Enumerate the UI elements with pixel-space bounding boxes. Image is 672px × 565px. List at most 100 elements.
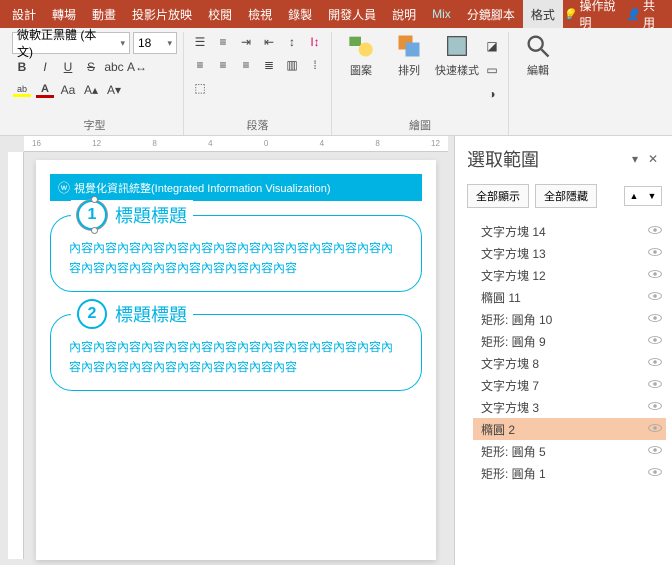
- eye-icon[interactable]: [648, 422, 662, 436]
- tab-animations[interactable]: 動畫: [84, 0, 124, 28]
- block-content-2[interactable]: 內容內容內容內容內容內容內容內容內容內容內容內容內容內容內容內容內容內容內容內容…: [69, 337, 403, 378]
- selection-item[interactable]: 文字方塊 7: [473, 374, 666, 396]
- eye-icon[interactable]: [648, 400, 662, 414]
- draw-group-label: 繪圖: [338, 115, 502, 135]
- selection-item[interactable]: 文字方塊 13: [473, 242, 666, 264]
- move-down-button[interactable]: ▼: [643, 187, 661, 205]
- tell-me[interactable]: 操作說明: [563, 0, 617, 31]
- italic-button[interactable]: I: [35, 57, 55, 77]
- eye-icon[interactable]: [648, 268, 662, 282]
- indent-inc-button[interactable]: ⇥: [236, 32, 256, 52]
- show-all-button[interactable]: 全部顯示: [467, 184, 529, 208]
- eye-icon[interactable]: [648, 290, 662, 304]
- edit-button[interactable]: 編輯: [515, 32, 561, 78]
- align-right-button[interactable]: ≡: [236, 55, 256, 75]
- tab-transitions[interactable]: 轉場: [44, 0, 84, 28]
- case-button[interactable]: Aa: [58, 80, 78, 100]
- paragraph-group-label: 段落: [190, 115, 325, 135]
- shrink-font-button[interactable]: A▾: [104, 80, 124, 100]
- selection-item[interactable]: 文字方塊 8: [473, 352, 666, 374]
- shapes-icon: [347, 32, 375, 60]
- find-icon: [524, 32, 552, 60]
- shape-fill-button[interactable]: ◪: [482, 36, 502, 56]
- font-size-combo[interactable]: 18: [133, 32, 177, 54]
- bold-button[interactable]: B: [12, 57, 32, 77]
- eye-icon[interactable]: [648, 224, 662, 238]
- ruler-horizontal: 16128404812: [24, 136, 448, 152]
- spacing-button[interactable]: A↔: [127, 57, 147, 77]
- line-spacing-button[interactable]: ↕: [282, 32, 302, 52]
- tab-mix[interactable]: Mix: [424, 0, 459, 28]
- selection-item[interactable]: 矩形: 圓角 1: [473, 462, 666, 484]
- tab-view[interactable]: 檢視: [240, 0, 280, 28]
- selection-item[interactable]: 橢圓 2: [473, 418, 666, 440]
- selection-item[interactable]: 文字方塊 12: [473, 264, 666, 286]
- tab-record[interactable]: 錄製: [280, 0, 320, 28]
- quickstyle-button[interactable]: 快速樣式: [434, 32, 480, 78]
- eye-icon[interactable]: [648, 444, 662, 458]
- numbering-button[interactable]: ≡: [213, 32, 233, 52]
- block-title-1[interactable]: 標題標題: [115, 202, 187, 228]
- block-number-1[interactable]: 1: [77, 200, 107, 230]
- tab-developer[interactable]: 開發人員: [320, 0, 384, 28]
- shadow-button[interactable]: abc: [104, 57, 124, 77]
- align-center-button[interactable]: ≡: [213, 55, 233, 75]
- block-content-1[interactable]: 內容內容內容內容內容內容內容內容內容內容內容內容內容內容內容內容內容內容內容內容…: [69, 238, 403, 279]
- selection-item-label: 文字方塊 3: [481, 399, 539, 416]
- bullets-button[interactable]: ☰: [190, 32, 210, 52]
- block-1[interactable]: 1 標題標題 內容內容內容內容內容內容內容內容內容內容內容內容內容內容內容內容內…: [50, 215, 422, 292]
- text-dir-button[interactable]: I↕: [305, 32, 325, 52]
- block-title-2[interactable]: 標題標題: [115, 301, 187, 327]
- shape-outline-button[interactable]: ▭: [482, 60, 502, 80]
- selection-item-label: 文字方塊 13: [481, 245, 546, 262]
- share-button[interactable]: 共用: [626, 0, 660, 31]
- grow-font-button[interactable]: A▴: [81, 80, 101, 100]
- move-up-button[interactable]: ▲: [625, 187, 643, 205]
- selection-item-label: 文字方塊 12: [481, 267, 546, 284]
- slide-canvas[interactable]: 16128404812 視覺化資訊統整(Integrated Informati…: [0, 136, 454, 565]
- slide-title[interactable]: 視覺化資訊統整(Integrated Information Visualiza…: [50, 174, 422, 201]
- eye-icon[interactable]: [648, 312, 662, 326]
- selection-item[interactable]: 矩形: 圓角 9: [473, 330, 666, 352]
- tab-format[interactable]: 格式: [523, 0, 563, 28]
- highlight-button[interactable]: ab: [12, 80, 32, 100]
- underline-button[interactable]: U: [58, 57, 78, 77]
- eye-icon[interactable]: [648, 356, 662, 370]
- selection-item[interactable]: 文字方塊 3: [473, 396, 666, 418]
- tab-bar: 設計 轉場 動畫 投影片放映 校閱 檢視 錄製 開發人員 說明 Mix 分鏡腳本…: [0, 0, 672, 28]
- shape-effects-button[interactable]: ◑: [482, 84, 502, 104]
- tab-review[interactable]: 校閱: [200, 0, 240, 28]
- smartart-button[interactable]: ⬚: [190, 78, 210, 98]
- block-2[interactable]: 2 標題標題 內容內容內容內容內容內容內容內容內容內容內容內容內容內容內容內容內…: [50, 314, 422, 391]
- arrange-button[interactable]: 排列: [386, 32, 432, 78]
- indent-dec-button[interactable]: ⇤: [259, 32, 279, 52]
- tab-slideshow[interactable]: 投影片放映: [124, 0, 200, 28]
- selection-item-label: 矩形: 圓角 1: [481, 465, 546, 482]
- selection-item-label: 橢圓 2: [481, 421, 515, 438]
- block-number-2[interactable]: 2: [77, 299, 107, 329]
- font-color-button[interactable]: A: [35, 80, 55, 100]
- selection-item[interactable]: 橢圓 11: [473, 286, 666, 308]
- align-middle-button[interactable]: ⁞: [305, 55, 325, 75]
- tab-storyboard[interactable]: 分鏡腳本: [459, 0, 523, 28]
- selection-pane: 選取範圍 ▾ ✕ 全部顯示 全部隱藏 ▲ ▼ 文字方塊 14文字方塊 13文字方…: [454, 136, 672, 565]
- columns-button[interactable]: ▥: [282, 55, 302, 75]
- tab-help[interactable]: 說明: [384, 0, 424, 28]
- shapes-button[interactable]: 圖案: [338, 32, 384, 78]
- pane-menu-button[interactable]: ▾: [626, 150, 644, 168]
- tab-design[interactable]: 設計: [4, 0, 44, 28]
- selection-item[interactable]: 文字方塊 14: [473, 220, 666, 242]
- align-justify-button[interactable]: ≣: [259, 55, 279, 75]
- pane-close-button[interactable]: ✕: [644, 150, 662, 168]
- selection-item[interactable]: 矩形: 圓角 10: [473, 308, 666, 330]
- hide-all-button[interactable]: 全部隱藏: [535, 184, 597, 208]
- selection-item[interactable]: 矩形: 圓角 5: [473, 440, 666, 462]
- selection-item-label: 文字方塊 8: [481, 355, 539, 372]
- eye-icon[interactable]: [648, 334, 662, 348]
- eye-icon[interactable]: [648, 466, 662, 480]
- eye-icon[interactable]: [648, 246, 662, 260]
- eye-icon[interactable]: [648, 378, 662, 392]
- font-name-combo[interactable]: 微軟正黑體 (本文): [12, 32, 130, 54]
- strike-button[interactable]: S: [81, 57, 101, 77]
- align-left-button[interactable]: ≡: [190, 55, 210, 75]
